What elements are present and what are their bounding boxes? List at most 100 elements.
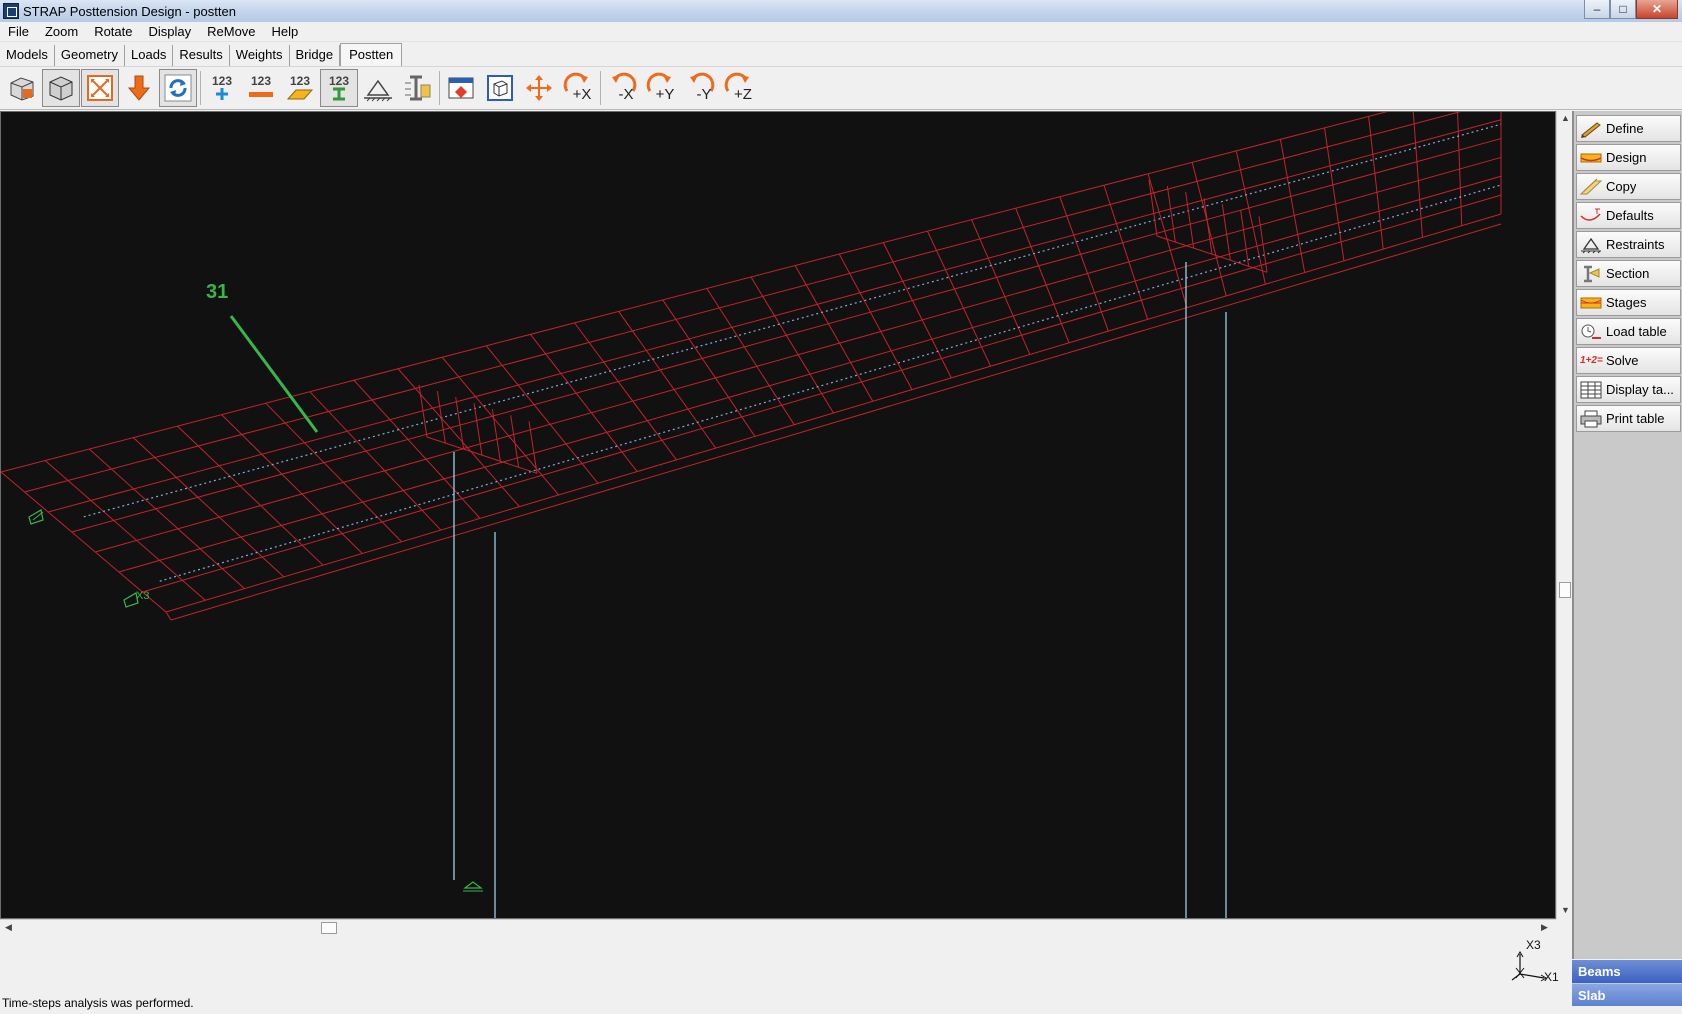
horizontal-scroll-thumb[interactable] [321, 922, 337, 934]
solve-label: Solve [1606, 353, 1639, 368]
mesh-transverse-line [177, 425, 324, 566]
zoom-extents-icon[interactable] [81, 69, 119, 107]
mesh-transverse-line [530, 334, 638, 472]
print-table-icon [1580, 410, 1602, 427]
rotate-plus-z-label: +Z [734, 85, 752, 103]
vertical-scroll-thumb[interactable] [1559, 582, 1571, 598]
mode-tab-beams[interactable]: Beams [1572, 960, 1682, 983]
model-viewport[interactable]: 31 X3 [0, 111, 1556, 919]
diaphragm-line [491, 409, 501, 462]
column-base-support-icon [463, 881, 483, 892]
deck-end-line [165, 611, 172, 621]
print-table-label: Print table [1606, 411, 1665, 426]
bridge-model-drawing[interactable]: 31 X3 [1, 112, 1556, 919]
define-button[interactable]: Define [1576, 115, 1681, 142]
close-button[interactable]: ✕ [1636, 0, 1678, 19]
print-table-button[interactable]: Print table [1576, 405, 1681, 432]
rotate-minus-x-icon[interactable]: -X [603, 69, 641, 107]
support-symbol-left [28, 509, 44, 525]
stages-icon [1580, 297, 1602, 308]
menu-bar: File Zoom Rotate Display ReMove Help [0, 22, 1682, 42]
scroll-left-arrow-icon[interactable]: ◀ [5, 922, 12, 933]
window-controls: – □ ✕ [1584, 0, 1678, 19]
menu-file[interactable]: File [0, 22, 37, 42]
menu-remove[interactable]: ReMove [199, 22, 263, 42]
solve-button[interactable]: 1+2= Solve [1576, 347, 1681, 374]
mesh-transverse-line [1059, 196, 1109, 332]
diaphragm-line [1221, 204, 1231, 261]
mesh-transverse-line [265, 402, 402, 543]
rotate-minus-y-label: -Y [696, 85, 712, 103]
rotate-plus-z-icon[interactable]: +Z [720, 69, 758, 107]
title-bar: STRAP Posttension Design - postten – □ ✕ [0, 0, 1682, 22]
tab-models[interactable]: Models [0, 45, 55, 66]
supports-icon[interactable] [359, 69, 397, 107]
defaults-label: Defaults [1606, 208, 1654, 223]
tab-results[interactable]: Results [173, 45, 230, 66]
command-side-panel: Define Design Copy Defaults Restraints S… [1572, 111, 1682, 959]
scroll-down-arrow-icon[interactable]: ▼ [1561, 905, 1570, 915]
menu-help[interactable]: Help [264, 22, 307, 42]
tab-geometry[interactable]: Geometry [55, 45, 125, 66]
member-numbers-icon[interactable]: 123 [242, 69, 280, 107]
refresh-icon[interactable] [159, 69, 197, 107]
member-numbers-label: 123 [250, 74, 272, 88]
scroll-right-arrow-icon[interactable]: ▶ [1541, 922, 1548, 933]
support-x3-label: X3 [136, 590, 149, 602]
restore-button[interactable]: □ [1610, 0, 1636, 19]
mesh-transverse-line [1412, 112, 1423, 238]
cube-view-icon[interactable] [481, 69, 519, 107]
design-icon [1580, 153, 1602, 162]
mesh-transverse-line [1279, 139, 1306, 273]
node-numbers-icon[interactable]: 123 [203, 69, 241, 107]
tab-loads[interactable]: Loads [125, 45, 174, 66]
menu-rotate[interactable]: Rotate [86, 22, 140, 42]
copy-button[interactable]: Copy [1576, 173, 1681, 200]
display-table-button[interactable]: Display ta... [1576, 376, 1681, 403]
menu-zoom[interactable]: Zoom [37, 22, 86, 42]
restraints-button[interactable]: Restraints [1576, 231, 1681, 258]
strap-window: STRAP Posttension Design - postten – □ ✕… [0, 0, 1682, 1014]
diaphragm-line [1148, 179, 1158, 237]
rotate-plus-x-icon[interactable]: +X [559, 69, 597, 107]
mesh-transverse-line [1191, 162, 1227, 297]
vertical-scrollbar[interactable]: ▲ ▼ [1556, 111, 1572, 919]
section-numbers-icon[interactable]: 123 [320, 69, 358, 107]
rotate-plus-y-icon[interactable]: +Y [642, 69, 680, 107]
tab-postten[interactable]: Postten [340, 43, 403, 66]
tab-weights[interactable]: Weights [230, 45, 290, 66]
section-properties-icon[interactable] [398, 69, 436, 107]
mesh-transverse-line [706, 288, 795, 425]
view-box-icon[interactable] [3, 69, 41, 107]
element-numbers-icon[interactable]: 123 [281, 69, 319, 107]
defaults-button[interactable]: Defaults [1576, 202, 1681, 229]
diaphragm-line [1203, 198, 1213, 255]
minimize-button[interactable]: – [1584, 0, 1610, 19]
horizontal-scrollbar[interactable]: ◀ ▶ [0, 919, 1556, 935]
section-button[interactable]: Section [1576, 260, 1681, 287]
rotate-minus-x-label: -X [618, 85, 634, 103]
rotate-plus-x-label: +X [572, 85, 592, 103]
stages-button[interactable]: Stages [1576, 289, 1681, 316]
load-table-button[interactable]: Load table [1576, 318, 1681, 345]
mesh-transverse-line [1103, 185, 1149, 320]
design-button[interactable]: Design [1576, 144, 1681, 171]
move-down-arrow-icon[interactable] [120, 69, 158, 107]
load-table-icon [1581, 324, 1601, 339]
mesh-transverse-line [1235, 150, 1266, 285]
rotate-plus-y-label: +Y [655, 85, 675, 103]
scroll-up-arrow-icon[interactable]: ▲ [1561, 113, 1570, 123]
restraints-icon [1581, 237, 1601, 253]
module-tabs: Models Geometry Loads Results Weights Br… [0, 42, 1682, 66]
pan-icon[interactable] [520, 69, 558, 107]
mesh-transverse-line [662, 299, 756, 437]
strap-app-icon[interactable] [3, 3, 19, 19]
mesh-transverse-line [485, 345, 599, 484]
solid-view-icon[interactable] [42, 69, 80, 107]
window-view-icon[interactable] [442, 69, 480, 107]
menu-display[interactable]: Display [141, 22, 200, 42]
rotate-minus-y-icon[interactable]: -Y [681, 69, 719, 107]
tab-bridge[interactable]: Bridge [290, 45, 341, 66]
mesh-transverse-line [794, 265, 874, 402]
mode-tab-slab[interactable]: Slab [1572, 983, 1682, 1006]
